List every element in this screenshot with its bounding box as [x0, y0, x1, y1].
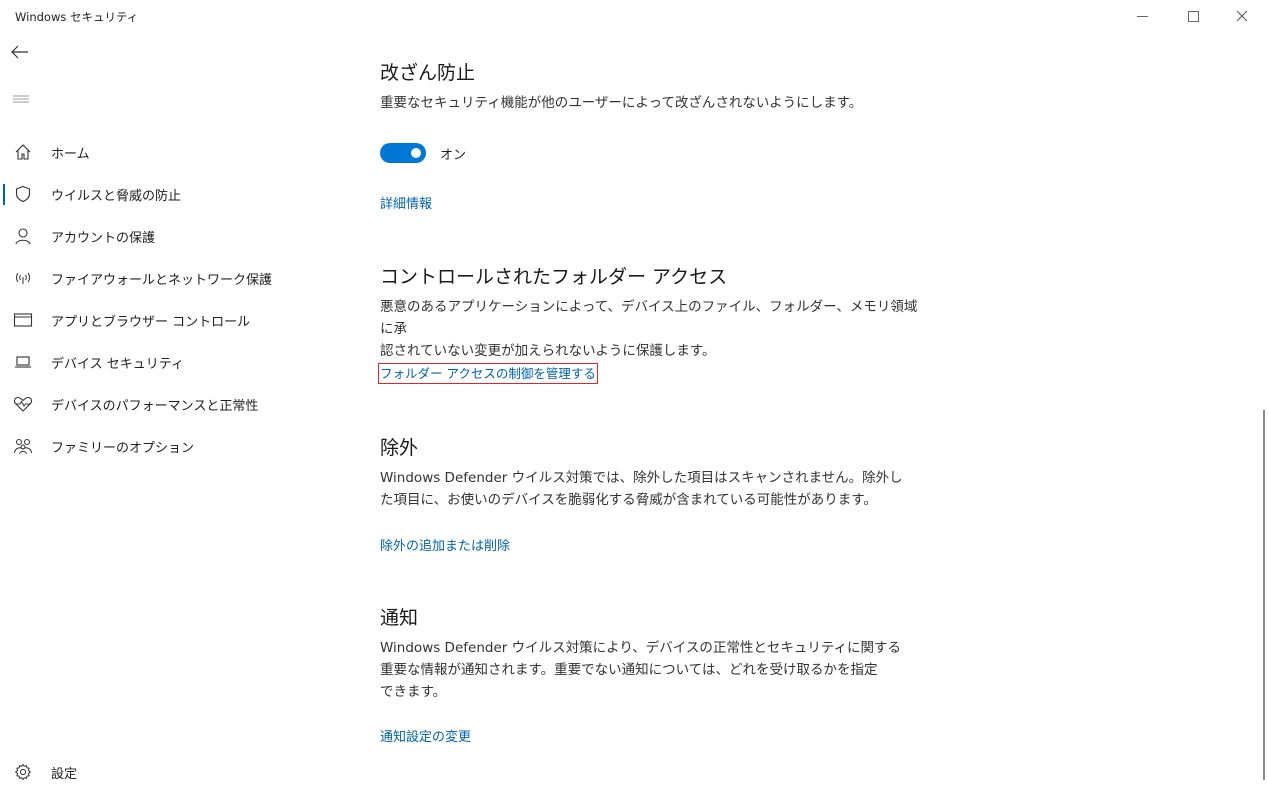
sidebar-item-label: デバイス セキュリティ	[51, 356, 184, 372]
app-window-icon	[12, 309, 34, 331]
tamper-protection-description: 重要なセキュリティ機能が他のユーザーによって改ざんされないようにします。	[380, 95, 863, 111]
sidebar-item-label: ファミリーのオプション	[51, 440, 195, 456]
tamper-protection-toggle-row: オン	[380, 143, 466, 163]
tamper-protection-toggle[interactable]	[380, 143, 426, 163]
wireless-icon	[12, 267, 34, 289]
sidebar-item-app-browser-control[interactable]: アプリとブラウザー コントロール	[0, 300, 300, 340]
close-icon	[1236, 10, 1248, 22]
sidebar-item-home[interactable]: ホーム	[0, 132, 300, 172]
description-line: 重要な情報が通知されます。重要でない通知については、どれを受け取るかを指定	[380, 662, 878, 678]
window-title: Windows セキュリティ	[15, 10, 139, 24]
add-remove-exclusions-link[interactable]: 除外の追加または削除	[380, 539, 510, 554]
tamper-protection-section: 改ざん防止 重要なセキュリティ機能が他のユーザーによって改ざんされないようにしま…	[380, 60, 920, 114]
hamburger-menu-button[interactable]	[10, 88, 32, 110]
sidebar-item-settings[interactable]: 設定	[0, 752, 300, 792]
description-line: Windows Defender ウイルス対策では、除外した項目はスキャンされま…	[380, 470, 903, 486]
exclusions-title: 除外	[380, 437, 419, 459]
sidebar-item-account-protection[interactable]: アカウントの保護	[0, 216, 300, 256]
sidebar-item-firewall[interactable]: ファイアウォールとネットワーク保護	[0, 258, 300, 298]
sidebar-item-label: アプリとブラウザー コントロール	[51, 314, 251, 330]
notifications-title: 通知	[380, 607, 419, 629]
manage-controlled-folder-access-link[interactable]: フォルダー アクセスの制御を管理する	[378, 363, 598, 384]
shield-icon	[12, 183, 34, 205]
maximize-button[interactable]	[1170, 0, 1216, 32]
laptop-icon	[12, 351, 34, 373]
settings-label: 設定	[51, 767, 78, 782]
family-icon	[12, 435, 34, 457]
sidebar-item-device-performance[interactable]: デバイスのパフォーマンスと正常性	[0, 384, 300, 424]
minimize-icon	[1136, 15, 1148, 17]
description-line: 認されていない変更が加えられないように保護します。	[380, 343, 716, 359]
change-notification-settings-link[interactable]: 通知設定の変更	[380, 730, 471, 745]
sidebar-item-virus-protection[interactable]: ウイルスと脅威の防止	[0, 174, 300, 214]
person-icon	[12, 225, 34, 247]
sidebar-item-label: デバイスのパフォーマンスと正常性	[51, 398, 259, 414]
close-button[interactable]	[1219, 0, 1265, 32]
sidebar-item-label: ファイアウォールとネットワーク保護	[51, 272, 273, 288]
controlled-folder-access-title: コントロールされたフォルダー アクセス	[380, 266, 728, 288]
learn-more-link[interactable]: 詳細情報	[380, 197, 432, 212]
sidebar-item-family-options[interactable]: ファミリーのオプション	[0, 426, 300, 466]
notifications-section: 通知 Windows Defender ウイルス対策により、デバイスの正常性とセ…	[380, 605, 920, 703]
minimize-button[interactable]	[1119, 0, 1165, 32]
home-icon	[12, 141, 34, 163]
sidebar-item-label: ウイルスと脅威の防止	[51, 188, 182, 204]
sidebar-item-label: ホーム	[51, 146, 90, 162]
back-arrow-icon	[11, 45, 28, 59]
controlled-folder-access-description: 悪意のあるアプリケーションによって、デバイス上のファイル、フォルダー、メモリ領域…	[380, 296, 920, 362]
heart-pulse-icon	[12, 393, 34, 415]
toggle-state-label: オン	[440, 147, 467, 163]
description-line: Windows Defender ウイルス対策により、デバイスの正常性とセキュリ…	[380, 640, 902, 656]
description-line: 悪意のあるアプリケーションによって、デバイス上のファイル、フォルダー、メモリ領域…	[380, 299, 918, 337]
tamper-protection-title: 改ざん防止	[380, 62, 476, 84]
controlled-folder-access-section: コントロールされたフォルダー アクセス 悪意のあるアプリケーションによって、デバ…	[380, 264, 920, 362]
maximize-icon	[1187, 10, 1199, 22]
hamburger-icon	[13, 95, 29, 103]
title-bar: Windows セキュリティ	[0, 0, 1268, 32]
back-button[interactable]	[8, 38, 32, 66]
description-line: できます。	[380, 684, 447, 700]
exclusions-description: Windows Defender ウイルス対策では、除外した項目はスキャンされま…	[380, 467, 920, 511]
exclusions-section: 除外 Windows Defender ウイルス対策では、除外した項目はスキャン…	[380, 435, 920, 511]
description-line: た項目に、お使いのデバイスを脆弱化する脅威が含まれている可能性があります。	[380, 492, 877, 508]
sidebar-item-device-security[interactable]: デバイス セキュリティ	[0, 342, 300, 382]
gear-icon	[12, 761, 34, 783]
toggle-knob	[411, 148, 421, 158]
vertical-scrollbar[interactable]	[1263, 410, 1265, 780]
notifications-description: Windows Defender ウイルス対策により、デバイスの正常性とセキュリ…	[380, 637, 920, 703]
selected-indicator	[3, 184, 5, 205]
sidebar-item-label: アカウントの保護	[51, 230, 156, 246]
